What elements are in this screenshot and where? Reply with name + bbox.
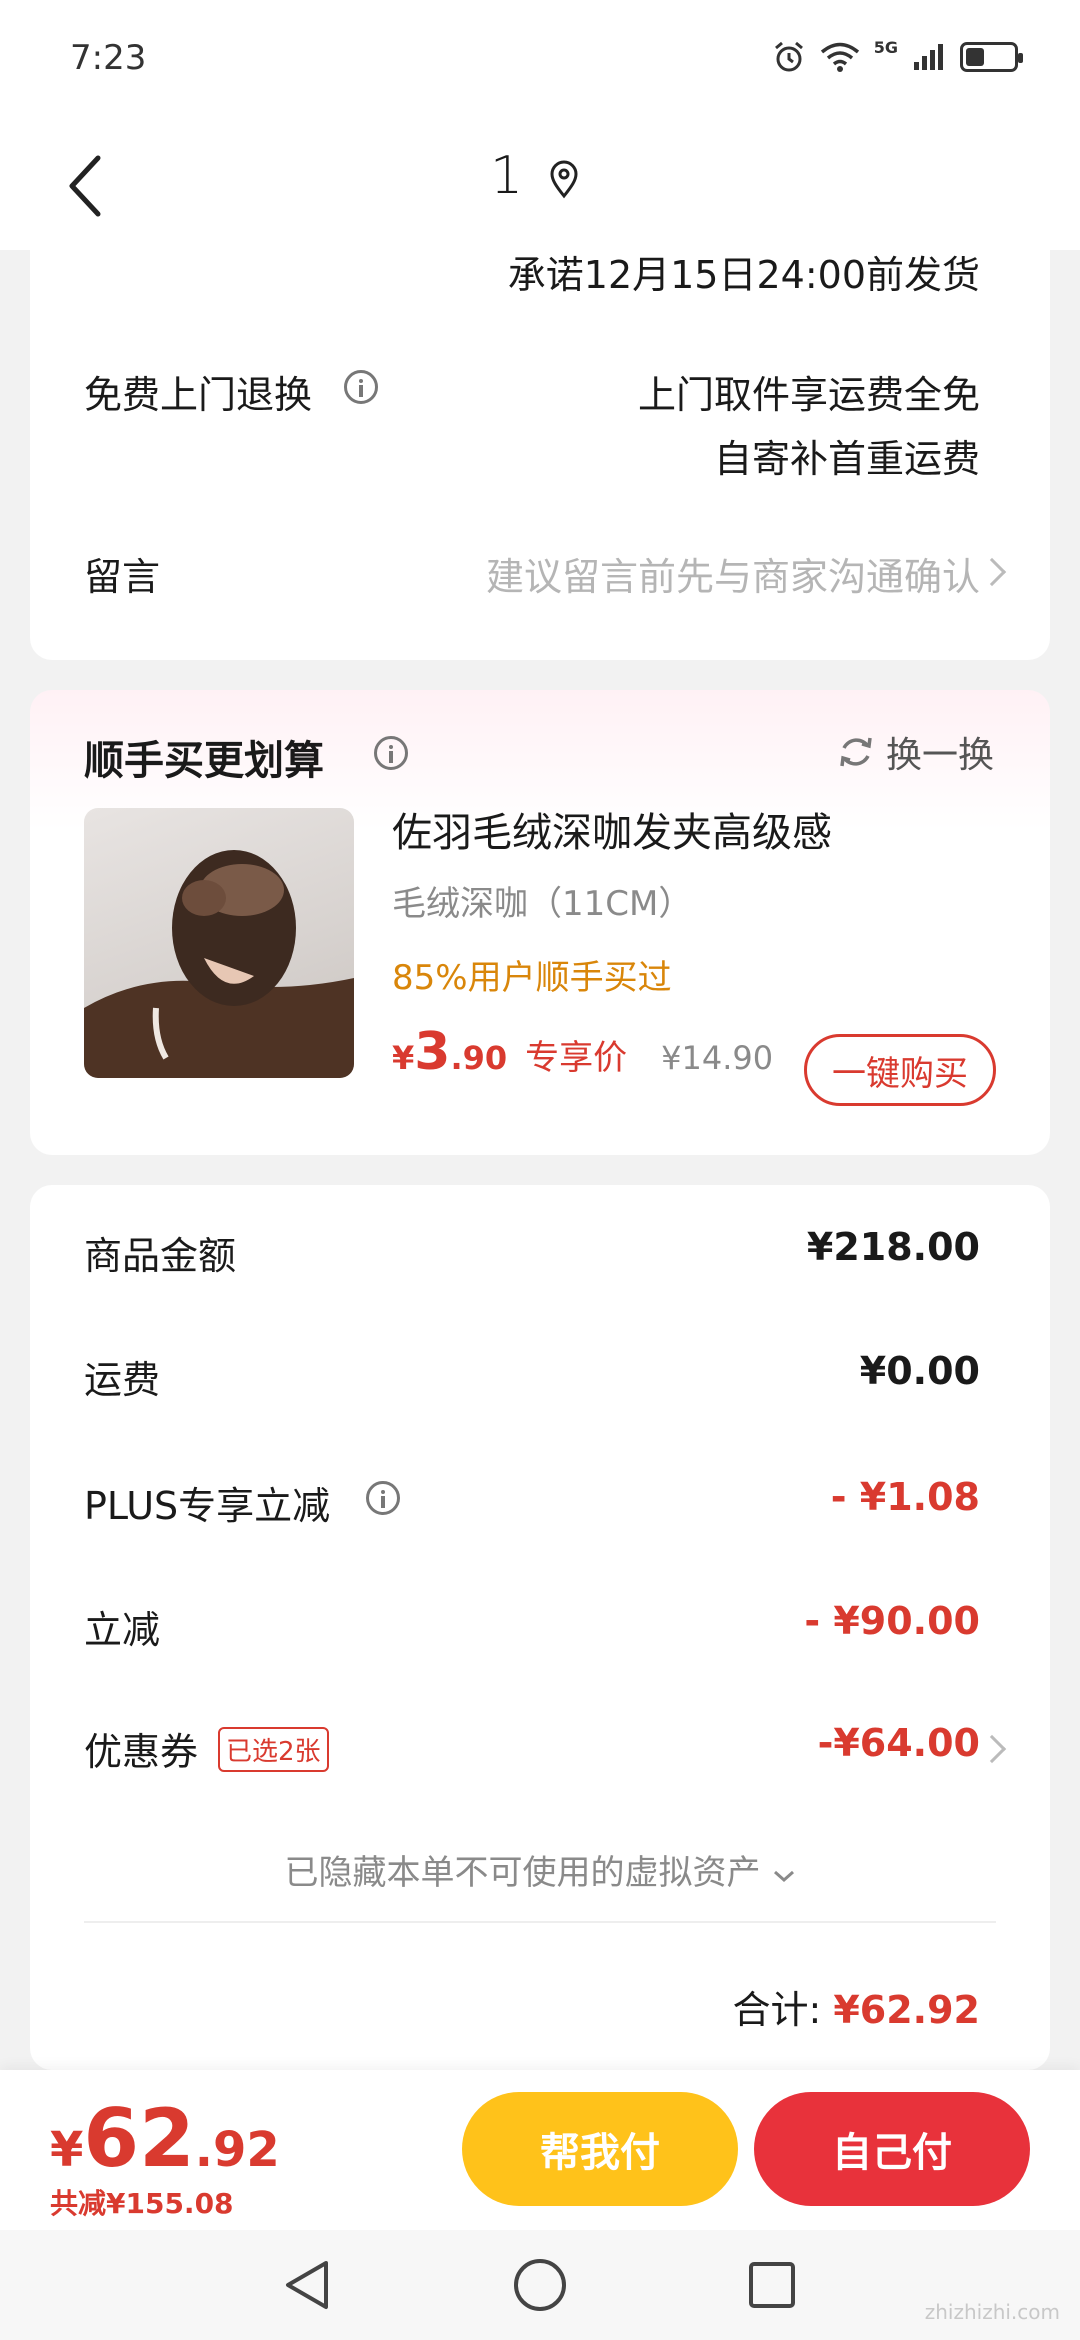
price-tag: 专享价 bbox=[525, 1038, 628, 1078]
coupon-label: 优惠券 bbox=[84, 1730, 199, 1774]
coupon-selected-badge: 已选2张 bbox=[218, 1727, 329, 1772]
battery-icon bbox=[960, 42, 1023, 72]
coupon-row[interactable]: 优惠券 已选2张 -¥64.00 bbox=[30, 1715, 1050, 1785]
status-icons: 5G bbox=[772, 37, 1023, 74]
shipping-promise: 承诺12月15日24:00前发货 bbox=[507, 253, 980, 297]
total-label: 合计: bbox=[732, 1988, 822, 2032]
price-decimal: .90 bbox=[450, 1039, 508, 1077]
final-currency: ¥ bbox=[50, 2122, 84, 2178]
final-price-integer: 62 bbox=[83, 2092, 195, 2185]
one-click-buy-button[interactable]: 一键购买 bbox=[804, 1034, 996, 1106]
refresh-label: 换一换 bbox=[885, 735, 994, 776]
help-pay-button[interactable]: 帮我付 bbox=[462, 2092, 738, 2206]
subtotal-label: 商品金额 bbox=[84, 1234, 237, 1278]
coupon-value: -¥64.00 bbox=[817, 1721, 980, 1765]
message-label: 留言 bbox=[84, 555, 161, 599]
home-circle-icon[interactable] bbox=[510, 2255, 570, 2315]
info-icon[interactable] bbox=[366, 1481, 400, 1515]
shipping-card: 承诺12月15日24:00前发货 免费上门退换 上门取件享运费全免 自寄补首重运… bbox=[30, 230, 1050, 660]
price-summary-card: 商品金额 ¥218.00 运费 ¥0.00 PLUS专享立减 - ¥1.08 立… bbox=[30, 1185, 1050, 2070]
final-price: ¥ 62 .92 bbox=[50, 2092, 280, 2185]
return-line2: 自寄补首重运费 bbox=[713, 437, 980, 481]
purchase-stat: 85%用户顺手买过 bbox=[392, 958, 672, 998]
product-spec: 毛绒深咖（11CM） bbox=[392, 884, 693, 924]
network-label: 5G bbox=[873, 37, 898, 57]
back-triangle-icon[interactable] bbox=[278, 2255, 338, 2315]
message-placeholder[interactable]: 建议留言前先与商家沟通确认 bbox=[486, 546, 980, 601]
back-arrow-icon[interactable] bbox=[58, 146, 118, 226]
message-row[interactable]: 留言 建议留言前先与商家沟通确认 bbox=[30, 540, 1050, 610]
recents-square-icon[interactable] bbox=[742, 2255, 802, 2315]
product-price: ¥ 3 .90 专享价 ¥14.90 bbox=[392, 1022, 773, 1082]
plus-discount-value: - ¥1.08 bbox=[830, 1475, 980, 1519]
info-icon[interactable] bbox=[374, 736, 408, 770]
refresh-button[interactable]: 换一换 bbox=[836, 726, 994, 778]
instant-discount-value: - ¥90.00 bbox=[804, 1599, 980, 1643]
product-image[interactable] bbox=[84, 808, 354, 1078]
status-time: 7:23 bbox=[70, 38, 147, 78]
price-currency: ¥ bbox=[392, 1039, 415, 1077]
return-line1: 上门取件享运费全免 bbox=[637, 373, 980, 417]
status-bar: 7:23 5G bbox=[0, 0, 1080, 120]
total-value: ¥62.92 bbox=[833, 1988, 980, 2032]
watermark: zhizhizhi.com bbox=[924, 2300, 1060, 2324]
bottom-pay-bar: ¥ 62 .92 共减¥155.08 帮我付 自己付 bbox=[0, 2070, 1080, 2230]
divider bbox=[84, 1921, 996, 1923]
chevron-right-icon bbox=[977, 557, 1007, 587]
price-integer: 3 bbox=[414, 1022, 451, 1082]
self-pay-button[interactable]: 自己付 bbox=[754, 2092, 1030, 2206]
hidden-assets-text: 已隐藏本单不可使用的虚拟资产 bbox=[284, 1853, 761, 1893]
product-name[interactable]: 佐羽毛绒深咖发夹高级感 bbox=[392, 800, 832, 858]
wifi-icon bbox=[820, 42, 859, 72]
info-icon[interactable] bbox=[344, 370, 378, 404]
hidden-assets-toggle[interactable]: 已隐藏本单不可使用的虚拟资产 bbox=[30, 1845, 1050, 1894]
system-nav-bar: zhizhizhi.com bbox=[0, 2230, 1080, 2340]
subtotal-value: ¥218.00 bbox=[806, 1225, 980, 1269]
alarm-icon bbox=[774, 41, 803, 72]
location-pin-icon[interactable] bbox=[548, 160, 580, 200]
shipping-fee-label: 运费 bbox=[84, 1358, 161, 1402]
signal-icon bbox=[914, 44, 943, 70]
return-label: 免费上门退换 bbox=[84, 373, 313, 417]
chevron-right-icon bbox=[977, 1734, 1007, 1764]
order-total: 合计: ¥62.92 bbox=[733, 1979, 980, 2034]
recommend-title: 顺手买更划算 bbox=[84, 738, 324, 784]
final-price-decimal: .92 bbox=[194, 2122, 280, 2178]
shipping-fee-value: ¥0.00 bbox=[859, 1349, 980, 1393]
chevron-down-icon bbox=[773, 1870, 794, 1883]
nav-title: 1 bbox=[490, 146, 524, 206]
refresh-icon bbox=[840, 737, 872, 767]
original-price: ¥14.90 bbox=[661, 1039, 774, 1077]
recommend-card: 顺手买更划算 换一换 佐羽毛绒深咖发夹高级感 毛绒深咖（11CM） 85%用户顺… bbox=[30, 690, 1050, 1155]
total-saved: 共减¥155.08 bbox=[50, 2187, 234, 2220]
plus-discount-label: PLUS专享立减 bbox=[84, 1484, 331, 1528]
product-photo bbox=[84, 850, 354, 1078]
instant-discount-label: 立减 bbox=[84, 1608, 161, 1652]
